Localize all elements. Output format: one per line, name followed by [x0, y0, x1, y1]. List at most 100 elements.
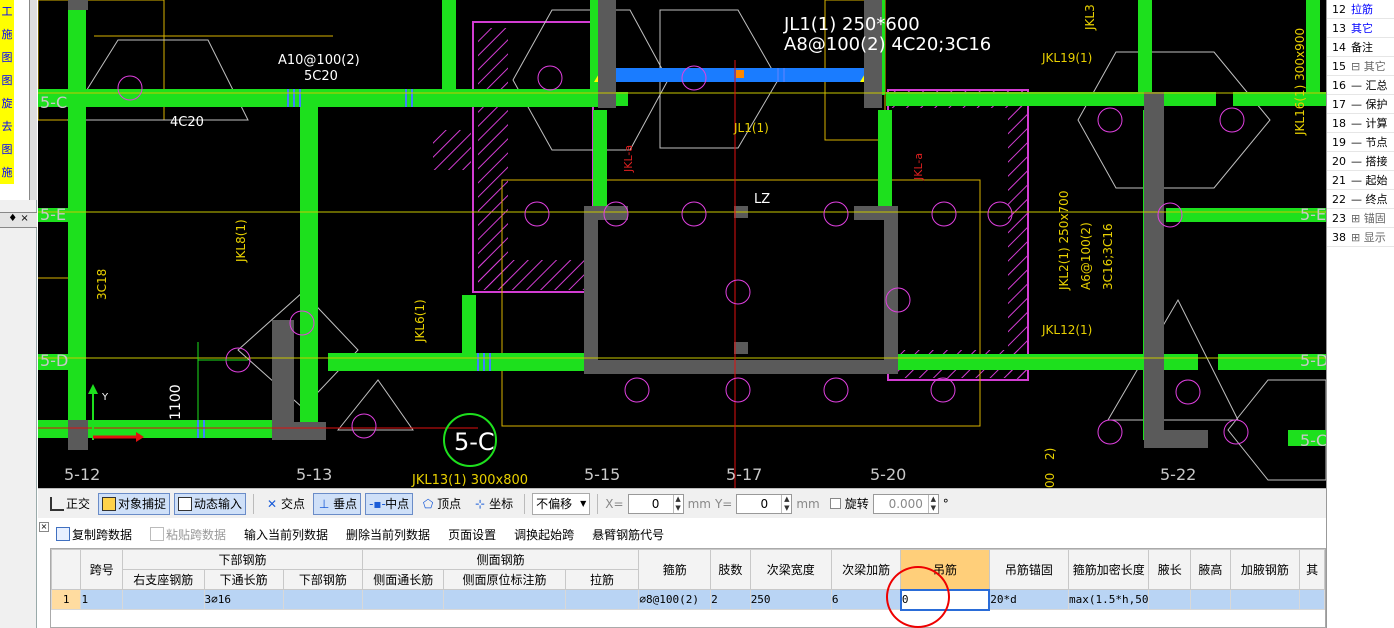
cell-side-through[interactable] [361, 589, 445, 610]
spinner-icon[interactable]: ▲ ▼ [672, 494, 683, 513]
svg-text:3C18: 3C18 [95, 269, 109, 300]
property-row[interactable]: 14 备注 [1327, 38, 1394, 57]
left-scrollbar[interactable] [30, 0, 37, 200]
property-row[interactable]: 17— 保护 [1327, 95, 1394, 114]
col-header-tie[interactable]: 拉筋 [564, 569, 640, 590]
col-header-bottom-through[interactable]: 下通长筋 [203, 569, 284, 590]
property-row[interactable]: 16— 汇总 [1327, 76, 1394, 95]
cad-canvas[interactable]: 5-C Y JL1(1) 250*600 A8@100(2) 4C20;3C16… [38, 0, 1326, 488]
cell-span[interactable]: 1 [80, 589, 124, 610]
orthogonal-button[interactable]: 正交 [46, 493, 94, 515]
rotate-checkbox[interactable] [829, 498, 841, 509]
row-index[interactable]: 1 [51, 589, 82, 610]
x-input[interactable]: 0 ▲ ▼ [627, 493, 684, 514]
col-header-secondary-width[interactable]: 次梁宽度 [749, 549, 832, 590]
property-row[interactable]: 22— 终点 [1327, 190, 1394, 209]
property-row[interactable]: 15 ⊟ 其它 [1327, 57, 1394, 76]
spinner-icon[interactable]: ▲ ▼ [927, 494, 938, 513]
col-header-side-through[interactable]: 侧面通长筋 [361, 569, 445, 590]
dynamic-input-button[interactable]: 动态输入 [174, 492, 247, 515]
divider [597, 493, 599, 514]
left-item[interactable]: 施 [0, 161, 14, 184]
close-icon[interactable]: × [39, 522, 49, 532]
svg-text:JKL8(1): JKL8(1) [234, 219, 248, 263]
cell-legs[interactable]: 2 [710, 589, 751, 610]
axis-bubble-label: 5-C [454, 428, 495, 456]
cell-tie[interactable] [564, 589, 640, 610]
snap-icon [102, 496, 117, 511]
cell-haunch-length[interactable] [1148, 589, 1192, 610]
cell-right-support[interactable] [122, 589, 205, 610]
property-row[interactable]: 12 拉筋 [1327, 0, 1394, 19]
cell-haunch-height[interactable] [1190, 589, 1231, 610]
left-item[interactable]: 施 [0, 23, 14, 46]
cell-bottom-through[interactable]: 3⌀16 [203, 589, 284, 610]
svg-text:A10@100(2): A10@100(2) [278, 53, 360, 68]
property-row[interactable]: 13 其它 [1327, 19, 1394, 38]
left-item[interactable]: 旋 [0, 92, 14, 115]
property-row[interactable]: 20— 搭接 [1327, 152, 1394, 171]
paste-span-button[interactable]: 粘贴跨数据 [146, 523, 230, 545]
left-item[interactable]: 图 [0, 138, 14, 161]
left-item[interactable]: 去 [0, 115, 14, 138]
hatched-wall [1008, 90, 1028, 380]
offset-select[interactable]: 不偏移 ▼ [532, 492, 591, 515]
y-input[interactable]: 0 ▲ ▼ [736, 493, 793, 514]
cantilever-code-button[interactable]: 悬臂钢筋代号 [588, 523, 668, 545]
col-header-other[interactable]: 其 [1299, 549, 1325, 590]
copy-icon [56, 527, 70, 541]
svg-text:5-12: 5-12 [64, 465, 100, 484]
svg-text:JKL3: JKL3 [1083, 4, 1097, 31]
cell-other[interactable] [1299, 589, 1325, 610]
spinner-icon[interactable]: ▲ ▼ [781, 494, 791, 513]
cell-bottom-bar[interactable] [282, 589, 363, 610]
divider [524, 493, 526, 514]
coordinate-button[interactable]: ⊹ 坐标 [469, 493, 517, 515]
green-beams [38, 0, 1326, 446]
svg-text:5-E: 5-E [1300, 205, 1326, 224]
cell-dense-length[interactable]: max(1.5*h,50 [1067, 589, 1150, 610]
table-row[interactable]: 1 1 3⌀16 ⌀8@100(2) 2 250 6 0 20*d max(1.… [51, 588, 1325, 611]
snap-toolbar: 正交 对象捕捉 动态输入 ✕ 交点 ⊥ 垂点 -▪- 中点 ⬠ 顶点 ⊹ 坐标 不偏移 ▼ … [38, 488, 1326, 518]
left-item[interactable]: 图 [0, 46, 14, 69]
col-header-haunch-height[interactable]: 腋高 [1190, 549, 1231, 590]
copy-span-button[interactable]: 复制跨数据 [52, 523, 136, 545]
left-item[interactable]: 图 [0, 69, 14, 92]
property-row[interactable]: 23 ⊞ 锚固 [1327, 209, 1394, 228]
cell-hanger-anchor[interactable]: 20*d [988, 589, 1070, 610]
cell-secondary-width[interactable]: 250 [749, 589, 832, 610]
svg-text:5-E: 5-E [40, 205, 66, 224]
col-header-dense-length[interactable]: 箍筋加密长度 [1067, 549, 1150, 590]
col-header-haunch-length[interactable]: 腋长 [1148, 549, 1192, 590]
property-row[interactable]: 38 ⊞ 显示 [1327, 228, 1394, 247]
col-header-right-support[interactable]: 右支座钢筋 [122, 569, 205, 590]
svg-text:5-15: 5-15 [584, 465, 620, 484]
intersection-button[interactable]: ✕ 交点 [261, 493, 309, 515]
property-row[interactable]: 21— 起始 [1327, 171, 1394, 190]
property-row[interactable]: 19— 节点 [1327, 133, 1394, 152]
input-column-button[interactable]: 输入当前列数据 [240, 523, 332, 545]
delete-column-button[interactable]: 删除当前列数据 [342, 523, 434, 545]
cell-stirrup[interactable]: ⌀8@100(2) [638, 589, 712, 610]
page-setup-button[interactable]: 页面设置 [444, 523, 500, 545]
col-header-haunch-bar[interactable]: 加腋钢筋 [1229, 549, 1301, 590]
left-item[interactable]: 工 [0, 0, 14, 23]
svg-text:5-D: 5-D [1300, 351, 1326, 370]
col-header-span[interactable]: 跨号 [80, 549, 124, 590]
cell-haunch-bar[interactable] [1229, 589, 1301, 610]
swap-start-span-button[interactable]: 调换起始跨 [510, 523, 578, 545]
rotate-input[interactable]: 0.000 ▲ ▼ [872, 493, 939, 514]
col-header-stirrup[interactable]: 箍筋 [638, 549, 712, 590]
vertex-button[interactable]: ⬠ 顶点 [417, 493, 465, 515]
col-header-bottom-bar[interactable]: 下部钢筋 [282, 569, 363, 590]
white-labels: JL1(1) 250*600 A8@100(2) 4C20;3C16 [783, 14, 991, 55]
property-row[interactable]: 18— 计算 [1327, 114, 1394, 133]
col-header-side-original[interactable]: 侧面原位标注筋 [443, 569, 566, 590]
cell-side-original[interactable] [443, 589, 566, 610]
col-header-hanger-anchor[interactable]: 吊筋锚固 [988, 549, 1070, 590]
midpoint-button[interactable]: -▪- 中点 [365, 492, 414, 515]
perpendicular-button[interactable]: ⊥ 垂点 [313, 492, 362, 515]
object-snap-button[interactable]: 对象捕捉 [98, 492, 171, 515]
pin-close-icon[interactable]: ♦ × [0, 212, 37, 228]
col-header-legs[interactable]: 肢数 [710, 549, 751, 590]
